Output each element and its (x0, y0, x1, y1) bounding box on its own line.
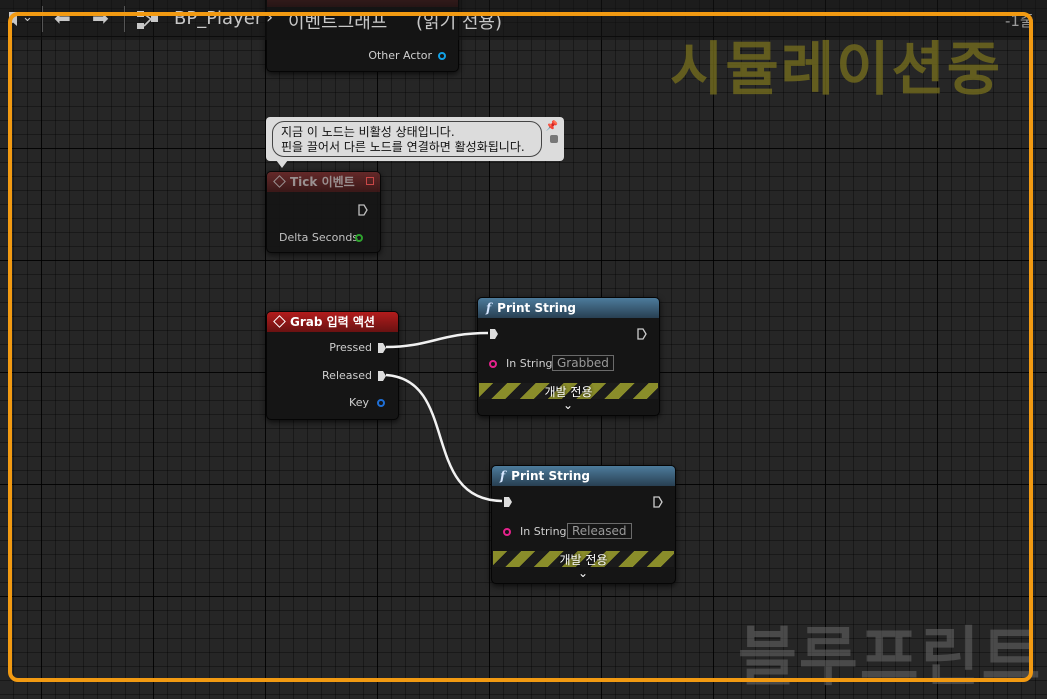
comment-line-1: 지금 이 노드는 비활성 상태입니다. (281, 125, 455, 139)
print1-in-string-pin[interactable] (489, 360, 497, 368)
print2-exec-out-pin[interactable] (653, 496, 663, 508)
comment-line-2: 핀을 끌어서 다른 노드를 연결하면 활성화됩니다. (281, 140, 525, 154)
print1-exec-in-pin[interactable] (489, 328, 499, 340)
print-string-title-2: Print String (511, 469, 590, 483)
print2-exec-in-pin[interactable] (503, 496, 513, 508)
comment-bubble-icon (550, 135, 558, 143)
released-exec-pin[interactable] (377, 370, 387, 382)
comment-tail (276, 160, 288, 168)
pin-label-released: Released (322, 369, 372, 382)
graph-name-breadcrumb[interactable]: 이벤트그래프 (288, 8, 387, 34)
toolbar-divider (124, 6, 125, 32)
arrow-left-icon[interactable]: ⬅ (54, 6, 71, 30)
print2-string-value-input[interactable]: Released (567, 523, 632, 539)
chevron-down-icon[interactable]: ⌄ (563, 398, 573, 412)
blueprint-name-breadcrumb[interactable]: BP_Player (174, 8, 262, 29)
graph-icon (137, 11, 158, 29)
pin-label-key: Key (349, 396, 369, 409)
pin-label-pressed: Pressed (329, 341, 372, 354)
tick-exec-out-pin[interactable] (358, 204, 368, 216)
print1-exec-out-pin[interactable] (637, 328, 647, 340)
pin-label-in-string-1: In String (506, 357, 553, 370)
tick-event-node[interactable]: Tick 이벤트 Delta Seconds (266, 171, 381, 253)
key-pin[interactable] (377, 399, 385, 407)
zoom-level-suffix: 줄 (1019, 12, 1034, 30)
pin-label-other-actor: Other Actor (368, 49, 432, 62)
print-string-node-1[interactable]: f Print String In String Grabbed 개발 전용 ⌄ (477, 297, 660, 416)
event-diamond-icon (273, 175, 286, 188)
read-only-label: (읽기 전용) (416, 12, 503, 33)
graph-toolbar: ⌄ ⬅ ➡ BP_Player › 이벤트그래프 (읽기 전용) -1줄 (0, 0, 1047, 40)
pin-label-delta-seconds: Delta Seconds (279, 231, 359, 244)
chevron-down-icon[interactable]: ⌄ (578, 566, 588, 580)
breadcrumb-separator-icon: › (266, 7, 274, 28)
arrow-right-icon[interactable]: ➡ (92, 6, 109, 30)
dev-only-banner-1: 개발 전용 (479, 383, 658, 399)
print-string-header-1: f Print String (478, 298, 659, 318)
pin-icon[interactable]: 📌 (546, 121, 558, 132)
print-string-header-2: f Print String (492, 466, 675, 486)
zoom-level-value: -1 (1005, 12, 1020, 30)
pressed-exec-pin[interactable] (377, 342, 387, 354)
toolbar-divider (42, 6, 43, 32)
dev-only-banner-2: 개발 전용 (493, 551, 674, 567)
other-actor-pin[interactable] (438, 52, 446, 60)
grab-input-action-node[interactable]: Grab 입력 액션 Pressed Released Key (266, 311, 399, 420)
chevron-down-icon[interactable]: ⌄ (22, 10, 33, 25)
tick-event-title: Tick 이벤트 (290, 175, 355, 189)
function-f-icon: f (486, 301, 492, 315)
function-f-icon: f (500, 469, 506, 483)
event-diamond-icon (273, 315, 286, 328)
comment-bubble: 지금 이 노드는 비활성 상태입니다. 핀을 끌어서 다른 노드를 연결하면 활… (272, 121, 542, 157)
grab-node-title: Grab 입력 액션 (290, 315, 375, 329)
print2-in-string-pin[interactable] (503, 528, 511, 536)
print-string-node-2[interactable]: f Print String In String Released 개발 전용 ⌄ (491, 465, 676, 584)
print1-string-value-input[interactable]: Grabbed (552, 355, 614, 371)
zoom-level-label: -1줄 (1005, 10, 1034, 31)
pin-label-in-string-2: In String (520, 525, 567, 538)
delegate-pin-icon[interactable] (366, 177, 374, 185)
bookmark-icon[interactable] (9, 12, 17, 26)
delta-seconds-pin[interactable] (355, 234, 363, 242)
disabled-node-comment: 지금 이 노드는 비활성 상태입니다. 핀을 끌어서 다른 노드를 연결하면 활… (266, 117, 564, 161)
blueprint-watermark: 블루프린트 (738, 621, 1043, 695)
print-string-title-1: Print String (497, 301, 576, 315)
tick-event-header: Tick 이벤트 (267, 172, 380, 192)
grab-input-action-header: Grab 입력 액션 (267, 312, 398, 332)
